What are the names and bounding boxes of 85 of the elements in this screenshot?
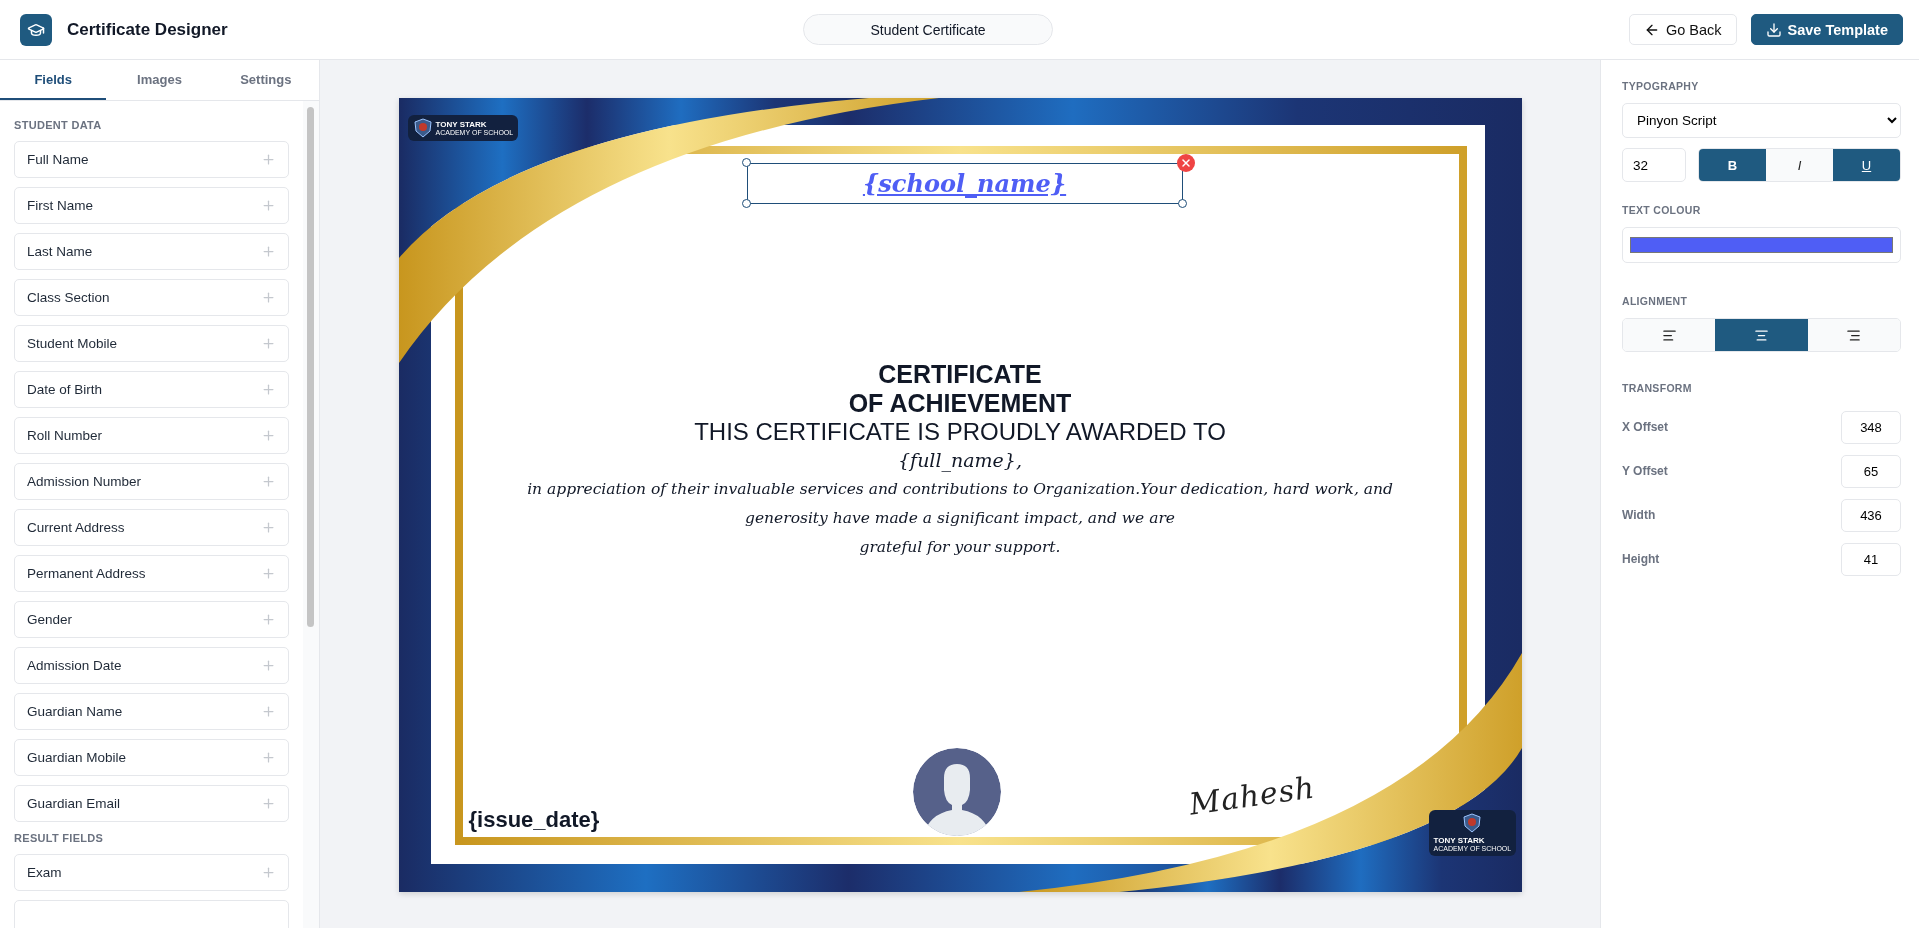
plus-icon: [261, 290, 276, 305]
save-button[interactable]: Save Template: [1750, 14, 1903, 45]
font-select[interactable]: Pinyon Script: [1622, 103, 1901, 138]
template-name[interactable]: Student Certificate: [803, 14, 1053, 45]
field-item[interactable]: Last Name: [14, 233, 289, 270]
logo-name: TONY STARK: [1433, 836, 1486, 845]
align-left-button[interactable]: [1623, 319, 1716, 351]
plus-icon: [261, 382, 276, 397]
certificate-title: OF ACHIEVEMENT: [848, 389, 1072, 418]
section-label: TRANSFORM: [1622, 382, 1693, 394]
field-item[interactable]: Student Mobile: [14, 325, 289, 362]
transform-input[interactable]: 65: [1841, 454, 1901, 488]
transform-label: Height: [1622, 552, 1660, 566]
italic-button[interactable]: I: [1766, 149, 1833, 181]
plus-icon: [261, 474, 276, 489]
plus-icon: [261, 704, 276, 719]
plus-icon: [261, 336, 276, 351]
align-right-button[interactable]: [1807, 319, 1900, 351]
field-item[interactable]: Exam: [14, 854, 289, 891]
field-item[interactable]: First Name: [14, 187, 289, 224]
field-item[interactable]: Admission Date: [14, 647, 289, 684]
resize-handle[interactable]: [741, 199, 751, 208]
plus-icon: [261, 612, 276, 627]
section-title: RESULT FIELDS: [14, 832, 105, 844]
shield-icon: [412, 118, 433, 138]
underline-button[interactable]: U: [1833, 149, 1900, 181]
align-right-icon: [1846, 327, 1862, 343]
section-label: TYPOGRAPHY: [1622, 80, 1700, 92]
align-left-icon: [1661, 327, 1677, 343]
field-item[interactable]: Admission Number: [14, 463, 289, 500]
field-item[interactable]: Gender: [14, 601, 289, 638]
transform-label: X Offset: [1622, 420, 1668, 434]
bold-button[interactable]: B: [1699, 149, 1766, 181]
app-title: Certificate Designer: [67, 19, 228, 40]
plus-icon: [261, 566, 276, 581]
recipient-name: {full_name},: [898, 448, 1022, 474]
issue-date-field: {issue_date}: [468, 807, 600, 833]
plus-icon: [261, 152, 276, 167]
close-icon: [1179, 157, 1192, 169]
transform-input[interactable]: 436: [1841, 498, 1901, 532]
resize-handle[interactable]: [741, 158, 751, 167]
back-button[interactable]: Go Back: [1628, 14, 1737, 45]
scrollbar[interactable]: [303, 101, 319, 928]
field-item[interactable]: Guardian Mobile: [14, 739, 289, 776]
transform-input[interactable]: 41: [1841, 542, 1901, 576]
field-item[interactable]: Current Address: [14, 509, 289, 546]
sidebar-tab[interactable]: Settings: [212, 60, 319, 100]
field-item[interactable]: Roll Number: [14, 417, 289, 454]
sidebar-tab[interactable]: Fields: [0, 60, 107, 100]
section-label: TEXT COLOUR: [1622, 204, 1702, 216]
resize-handle[interactable]: [1177, 199, 1187, 208]
certificate-body-text: grateful for your support.: [859, 537, 1061, 558]
field-item[interactable]: Permanent Address: [14, 555, 289, 592]
plus-icon: [261, 796, 276, 811]
field-item[interactable]: Guardian Name: [14, 693, 289, 730]
certificate-body-text: in appreciation of their invaluable services and contributions to Organization.Your dedication, hard work, and: [527, 479, 1393, 500]
plus-icon: [261, 865, 276, 880]
plus-icon: [261, 244, 276, 259]
shield-icon: [1462, 813, 1483, 833]
transform-input[interactable]: 348: [1841, 410, 1901, 444]
certificate-title: CERTIFICATE: [878, 360, 1042, 389]
plus-icon: [261, 520, 276, 535]
plus-icon: [261, 428, 276, 443]
align-center-icon: [1754, 327, 1769, 343]
signature: Mahesh: [1186, 769, 1317, 822]
sidebar-tab[interactable]: Images: [106, 60, 213, 100]
field-item[interactable]: Class Section: [14, 279, 289, 316]
section-label: ALIGNMENT: [1622, 295, 1689, 307]
logo-name: TONY STARK: [435, 119, 488, 129]
font-size-input[interactable]: 32: [1622, 148, 1686, 182]
plus-icon: [261, 198, 276, 213]
transform-label: Width: [1622, 508, 1656, 522]
plus-icon: [261, 750, 276, 765]
field-item[interactable]: Full Name: [14, 141, 289, 178]
certificate-body-text: generosity have made a significant impact, and we are: [744, 508, 1175, 529]
field-item[interactable]: [14, 900, 289, 928]
field-item[interactable]: Guardian Email: [14, 785, 289, 822]
colour-picker[interactable]: [1622, 227, 1901, 263]
download-icon: [1765, 21, 1782, 38]
transform-label: Y Offset: [1622, 464, 1668, 478]
field-item[interactable]: Date of Birth: [14, 371, 289, 408]
school-name-field[interactable]: {school_name}: [746, 163, 1183, 204]
certificate-subtitle: THIS CERTIFICATE IS PROUDLY AWARDED TO: [694, 418, 1226, 446]
plus-icon: [261, 658, 276, 673]
section-title: STUDENT DATA: [14, 119, 103, 131]
